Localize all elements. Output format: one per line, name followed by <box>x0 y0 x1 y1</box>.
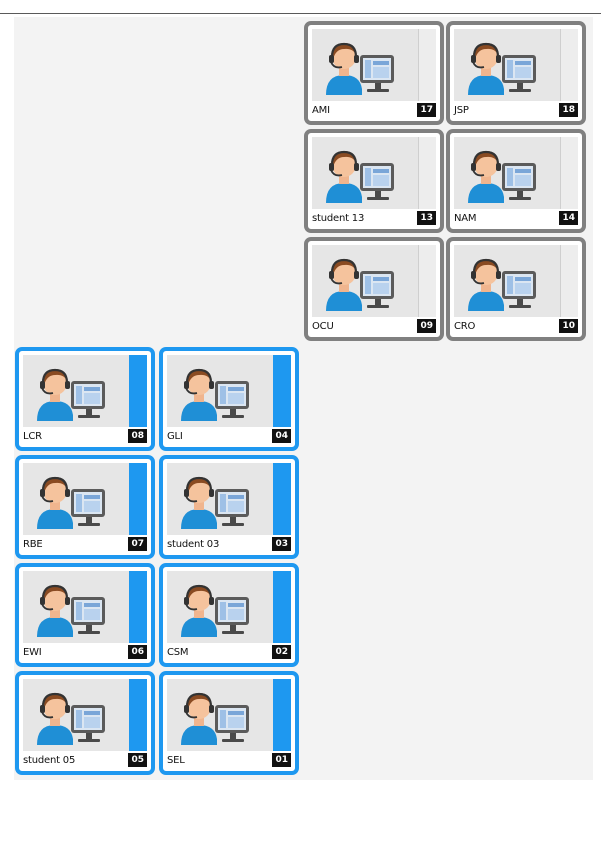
student-number-badge: 07 <box>128 537 147 551</box>
student-name: CRO <box>454 321 476 332</box>
student-name: OCU <box>312 321 334 332</box>
tile-screen <box>167 679 291 751</box>
student-computer-icon <box>324 41 396 97</box>
tile-screen <box>23 571 147 643</box>
tile-screen <box>23 679 147 751</box>
tile-screen <box>167 463 291 535</box>
student-computer-icon <box>35 691 107 747</box>
student-number-badge: 18 <box>559 103 578 117</box>
student-name: EWI <box>23 647 42 658</box>
student-computer-icon <box>466 41 538 97</box>
student-number-badge: 17 <box>417 103 436 117</box>
student-number-badge: 05 <box>128 753 147 767</box>
tile-screen <box>312 137 436 209</box>
student-computer-icon <box>466 257 538 313</box>
tile-screen <box>23 463 147 535</box>
student-name: LCR <box>23 431 42 442</box>
student-tile-nam[interactable]: NAM 14 <box>446 129 586 233</box>
student-number-badge: 14 <box>559 211 578 225</box>
student-name: student 05 <box>23 755 76 766</box>
student-number-badge: 04 <box>272 429 291 443</box>
student-tile-cro[interactable]: CRO 10 <box>446 237 586 341</box>
student-number-badge: 03 <box>272 537 291 551</box>
student-name: JSP <box>454 105 469 116</box>
student-computer-icon <box>324 149 396 205</box>
tile-screen <box>454 137 578 209</box>
student-tile-ewi[interactable]: EWI 06 <box>15 563 155 667</box>
student-computer-icon <box>179 583 251 639</box>
student-tile-csm[interactable]: CSM 02 <box>159 563 299 667</box>
student-name: SEL <box>167 755 185 766</box>
student-computer-icon <box>35 367 107 423</box>
student-name: student 13 <box>312 213 365 224</box>
student-tile-jsp[interactable]: JSP 18 <box>446 21 586 125</box>
tile-screen <box>167 571 291 643</box>
student-number-badge: 01 <box>272 753 291 767</box>
student-computer-icon <box>179 691 251 747</box>
student-computer-icon <box>466 149 538 205</box>
tile-screen <box>167 355 291 427</box>
tile-screen <box>454 29 578 101</box>
student-name: GLI <box>167 431 183 442</box>
student-computer-icon <box>35 475 107 531</box>
student-tile-lcr[interactable]: LCR 08 <box>15 347 155 451</box>
student-tile-ocu[interactable]: OCU 09 <box>304 237 444 341</box>
student-number-badge: 10 <box>559 319 578 333</box>
student-name: RBE <box>23 539 43 550</box>
tile-screen <box>23 355 147 427</box>
student-number-badge: 08 <box>128 429 147 443</box>
student-tile-gli[interactable]: GLI 04 <box>159 347 299 451</box>
tile-screen <box>312 29 436 101</box>
student-number-badge: 06 <box>128 645 147 659</box>
student-name: NAM <box>454 213 477 224</box>
student-tile-ami[interactable]: AMI 17 <box>304 21 444 125</box>
student-tile-student-03[interactable]: student 03 03 <box>159 455 299 559</box>
tile-screen <box>312 245 436 317</box>
top-divider <box>0 13 601 14</box>
student-tile-sel[interactable]: SEL 01 <box>159 671 299 775</box>
student-name: AMI <box>312 105 330 116</box>
student-computer-icon <box>179 475 251 531</box>
student-tile-student-05[interactable]: student 05 05 <box>15 671 155 775</box>
student-name: CSM <box>167 647 189 658</box>
student-number-badge: 13 <box>417 211 436 225</box>
student-computer-icon <box>179 367 251 423</box>
student-number-badge: 09 <box>417 319 436 333</box>
student-number-badge: 02 <box>272 645 291 659</box>
student-tile-student-13[interactable]: student 13 13 <box>304 129 444 233</box>
tile-screen <box>454 245 578 317</box>
student-computer-icon <box>35 583 107 639</box>
student-name: student 03 <box>167 539 220 550</box>
student-tile-rbe[interactable]: RBE 07 <box>15 455 155 559</box>
student-computer-icon <box>324 257 396 313</box>
